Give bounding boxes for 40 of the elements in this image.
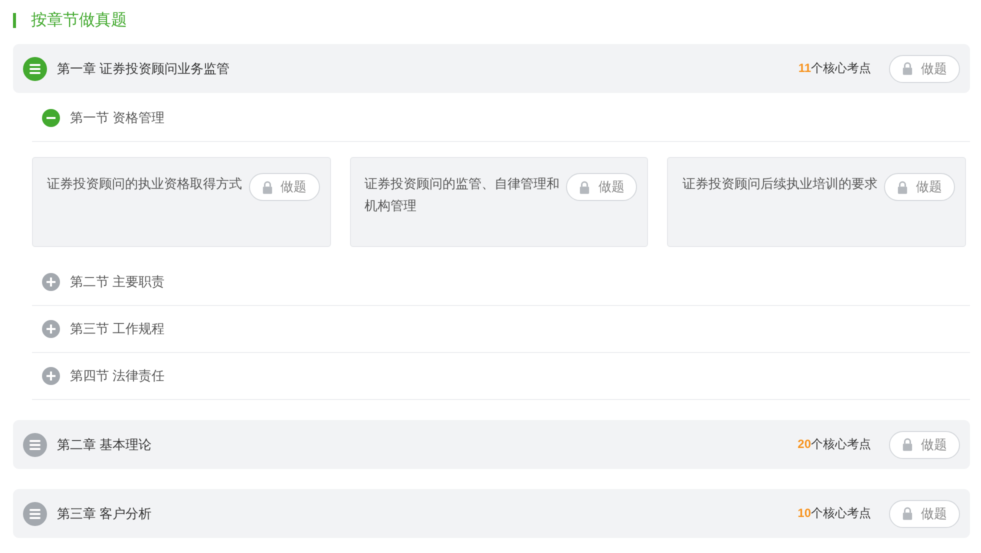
- collapse-icon[interactable]: [42, 109, 60, 127]
- lock-icon: [902, 438, 913, 451]
- section-heading: 按章节做真题: [31, 10, 127, 30]
- section-row[interactable]: 第四节 法律责任: [32, 353, 970, 400]
- list-icon[interactable]: [23, 432, 47, 456]
- section-row[interactable]: 第三节 工作规程: [32, 306, 970, 353]
- expand-icon[interactable]: [42, 273, 60, 291]
- list-icon[interactable]: [23, 56, 47, 80]
- lock-icon: [262, 180, 273, 194]
- topic-title: 证券投资顾问的执业资格取得方式: [47, 175, 243, 193]
- topic-title: 证券投资顾问后续执业培训的要求: [682, 175, 878, 193]
- section-row[interactable]: 第二节 主要职责: [32, 259, 970, 306]
- chapter-title: 第三章 客户分析: [57, 504, 153, 522]
- lock-icon: [896, 180, 908, 194]
- chapter-row[interactable]: 第二章 基本理论 20个核心考点 做题: [13, 420, 970, 469]
- list-icon[interactable]: [23, 502, 47, 526]
- chapter-row[interactable]: 第一章 证券投资顾问业务监管 11个核心考点 做题: [13, 44, 970, 93]
- practice-button[interactable]: 做题: [889, 54, 960, 82]
- key-point-count: 10个核心考点: [798, 505, 871, 522]
- lock-icon: [902, 507, 913, 520]
- section-title: 第四节 法律责任: [70, 367, 165, 385]
- chapter-title: 第二章 基本理论: [57, 436, 153, 454]
- chapter-title: 第一章 证券投资顾问业务监管: [57, 60, 231, 78]
- practice-button[interactable]: 做题: [884, 173, 955, 201]
- key-point-count: 11个核心考点: [798, 60, 871, 77]
- section-row[interactable]: 第一节 资格管理: [32, 95, 970, 142]
- section-title: 第三节 工作规程: [70, 320, 165, 338]
- lock-icon: [579, 180, 590, 194]
- expand-icon[interactable]: [42, 367, 60, 385]
- practice-button[interactable]: 做题: [248, 173, 320, 201]
- topic-title: 证券投资顾问的监管、自律管理和机构管理: [364, 175, 561, 215]
- section-title: 第二节 主要职责: [70, 273, 165, 291]
- key-point-count: 20个核心考点: [798, 436, 871, 453]
- expand-icon[interactable]: [42, 320, 60, 338]
- practice-button[interactable]: 做题: [566, 173, 638, 201]
- section-title: 第一节 资格管理: [70, 109, 165, 127]
- practice-button[interactable]: 做题: [889, 430, 960, 458]
- lock-icon: [902, 62, 913, 75]
- practice-button[interactable]: 做题: [889, 500, 960, 528]
- chapter-row[interactable]: 第三章 客户分析 10个核心考点 做题: [13, 489, 970, 538]
